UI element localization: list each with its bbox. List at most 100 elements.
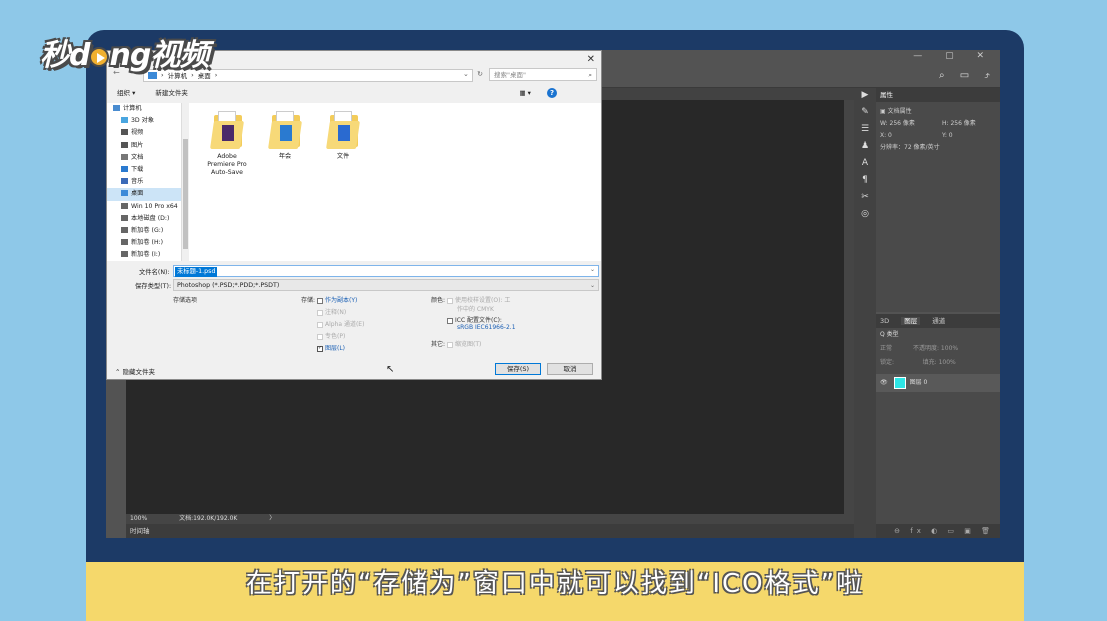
save-as-dialog: ✕ ← → ↑ › 计算机 › 桌面 › ⌄ ↻ 搜索"桌面" ⌕ 组织 ▾ 新…	[106, 50, 602, 380]
dialog-footer: ⌃ 隐藏文件夹 保存(S) 取消	[107, 361, 601, 379]
navigation-pane: 计算机 3D 对象 视频 图片 文档 下载 音乐 桌面 Win 10 Pro x64 本地磁盘 (…	[107, 103, 187, 261]
file-fields: 文件名(N): 未标题-1.psd ⌄ 保存类型(T): Photoshop (…	[107, 263, 601, 293]
folder-icon	[121, 141, 128, 148]
type-icon[interactable]: A	[854, 156, 876, 170]
layers-footer-icons[interactable]: ⊖ fx ◐ ▭ ▣ 🗑	[876, 524, 1000, 538]
nav-item[interactable]: 3D 对象	[107, 115, 186, 127]
eye-icon[interactable]: 👁	[880, 379, 888, 386]
brush-icon[interactable]: ✎	[854, 105, 876, 119]
folder-icon	[121, 153, 128, 160]
new-folder-button[interactable]: 新建文件夹	[155, 89, 188, 97]
doc-properties-title: ▣ 文档属性	[880, 108, 912, 115]
nav-scrollbar[interactable]	[181, 103, 188, 261]
layer-filter[interactable]: Q 类型	[876, 328, 1000, 342]
other-label: 其它:	[431, 341, 446, 348]
srgb-profile: sRGB IEC61966-2.1	[457, 324, 516, 331]
properties-header[interactable]: 属性	[876, 88, 1000, 102]
layers-checkbox[interactable]: 图层(L)	[317, 343, 345, 352]
folder-icon	[121, 214, 128, 221]
window-controls[interactable]: — ▢ ✕	[913, 51, 994, 61]
cancel-button[interactable]: 取消	[547, 363, 593, 375]
filename-label: 文件名(N):	[139, 269, 170, 276]
color-label: 颜色:	[431, 297, 446, 304]
layers-panel: 3D 图层 通道 Q 类型 正常 不透明度: 100% 锁定: 填充: 100%…	[876, 314, 1000, 538]
nav-item[interactable]: 新加卷 (I:)	[107, 249, 186, 261]
people-icon[interactable]: ♟	[854, 139, 876, 153]
save-options: 存储选项 存储: 作为副本(Y) 注释(N) Alpha 通道(E) 专色(P)…	[107, 295, 601, 355]
tab-layers[interactable]: 图层	[901, 317, 921, 325]
help-icon[interactable]: ?	[547, 88, 557, 98]
nav-item[interactable]: 新加卷 (G:)	[107, 225, 186, 237]
refresh-icon[interactable]: ⌄ ↻	[463, 70, 486, 78]
tools-icon[interactable]: ✂	[854, 190, 876, 204]
nav-item[interactable]: 文档	[107, 152, 186, 164]
nav-item[interactable]: 桌面	[107, 188, 186, 201]
ps-scrollbar[interactable]	[844, 100, 854, 524]
ps-right-panels: 属性 ▣ 文档属性 W: 256 像素 H: 256 像素 X: 0 Y: 0 分辨…	[876, 88, 1000, 538]
nav-item[interactable]: 音乐	[107, 176, 186, 188]
nav-item[interactable]: 视频	[107, 127, 186, 139]
use-proof-checkbox: 使用校样设置(O): 工	[447, 295, 510, 304]
chevron-down-icon[interactable]: ⌄	[590, 266, 595, 273]
filename-input[interactable]: 未标题-1.psd ⌄	[173, 265, 599, 277]
folder-icon	[121, 226, 128, 233]
logo: 秒d ng视频	[40, 38, 209, 73]
properties-panel: 属性 ▣ 文档属性 W: 256 像素 H: 256 像素 X: 0 Y: 0 分辨…	[876, 88, 1000, 312]
save-button[interactable]: 保存(S)	[495, 363, 541, 375]
file-item[interactable]: 年会	[261, 111, 309, 161]
dialog-toolbar: 组织 ▾ 新建文件夹 ▦ ▾ ?	[107, 85, 601, 101]
nav-item[interactable]: 计算机	[107, 103, 186, 115]
alpha-checkbox: Alpha 通道(E)	[317, 319, 364, 328]
tab-3d[interactable]: 3D	[880, 317, 889, 325]
view-button[interactable]: ▦ ▾	[519, 89, 530, 97]
folder-icon	[121, 251, 128, 258]
blend-mode[interactable]: 正常 不透明度: 100%	[876, 342, 1000, 356]
folder-icon	[268, 111, 302, 149]
nav-item[interactable]: 本地磁盘 (D:)	[107, 213, 186, 225]
thumbnail-checkbox: 缩览图(T)	[447, 339, 481, 348]
lock-row[interactable]: 锁定: 填充: 100%	[876, 356, 1000, 370]
timeline-tab[interactable]: 时间轴	[126, 524, 854, 538]
folder-icon	[121, 117, 128, 124]
savetype-label: 保存类型(T):	[135, 283, 172, 290]
store-label: 存储:	[301, 297, 316, 304]
doc-size: 文档:192.0K/192.0K	[179, 515, 238, 522]
save-options-label: 存储选项	[173, 297, 198, 304]
search-input[interactable]: 搜索"桌面" ⌕	[489, 68, 597, 81]
nav-item[interactable]: 下载	[107, 164, 186, 176]
3d-icon[interactable]: ◎	[854, 207, 876, 221]
folder-icon	[121, 129, 128, 136]
icc-checkbox[interactable]: ICC 配置文件(C):	[447, 315, 502, 324]
paragraph-icon[interactable]: ¶	[854, 173, 876, 187]
nav-item[interactable]: 新加卷 (H:)	[107, 237, 186, 249]
folder-icon	[121, 239, 128, 246]
chevron-down-icon[interactable]: ⌄	[590, 280, 595, 291]
folder-icon	[210, 111, 244, 149]
hide-folders-toggle[interactable]: ⌃ 隐藏文件夹	[115, 366, 155, 376]
savetype-select[interactable]: Photoshop (*.PSD;*.PDD;*.PSDT) ⌄	[173, 279, 599, 291]
folder-icon	[121, 202, 128, 209]
tab-channels[interactable]: 通道	[932, 317, 945, 325]
file-item[interactable]: Adobe Premiere Pro Auto-Save	[203, 111, 251, 177]
position-row: X: 0 Y: 0	[880, 132, 953, 139]
status-arrow[interactable]: 〉	[269, 515, 275, 522]
zoom-level[interactable]: 100%	[130, 515, 147, 522]
adjust-icon[interactable]: ☰	[854, 122, 876, 136]
search-icon[interactable]: ⌕ ▭ ⤴	[939, 70, 996, 81]
file-list: Adobe Premiere Pro Auto-Save 年会 文件	[189, 103, 601, 261]
folder-icon	[121, 190, 128, 197]
subtitle: 在打开的“存储为”窗口中就可以找到“ICO格式”啦	[86, 562, 1024, 621]
layer-thumbnail	[893, 376, 906, 389]
resolution: 分辨率：72 像素/英寸	[880, 144, 940, 151]
history-icon[interactable]: ▶	[854, 88, 876, 102]
nav-item[interactable]: 图片	[107, 140, 186, 152]
as-copy-checkbox[interactable]: 作为副本(Y)	[317, 295, 357, 304]
layer-row[interactable]: 👁 图层 0	[876, 374, 1000, 392]
nav-item[interactable]: Win 10 Pro x64	[107, 201, 186, 213]
file-item[interactable]: 文件	[319, 111, 367, 161]
organize-button[interactable]: 组织 ▾	[117, 89, 135, 97]
working-cmyk: 作中的 CMYK	[457, 306, 494, 313]
close-icon[interactable]: ✕	[587, 54, 595, 65]
ps-status-bar: 100% 文档:192.0K/192.0K 〉	[126, 514, 844, 524]
size-row: W: 256 像素 H: 256 像素	[880, 120, 976, 127]
